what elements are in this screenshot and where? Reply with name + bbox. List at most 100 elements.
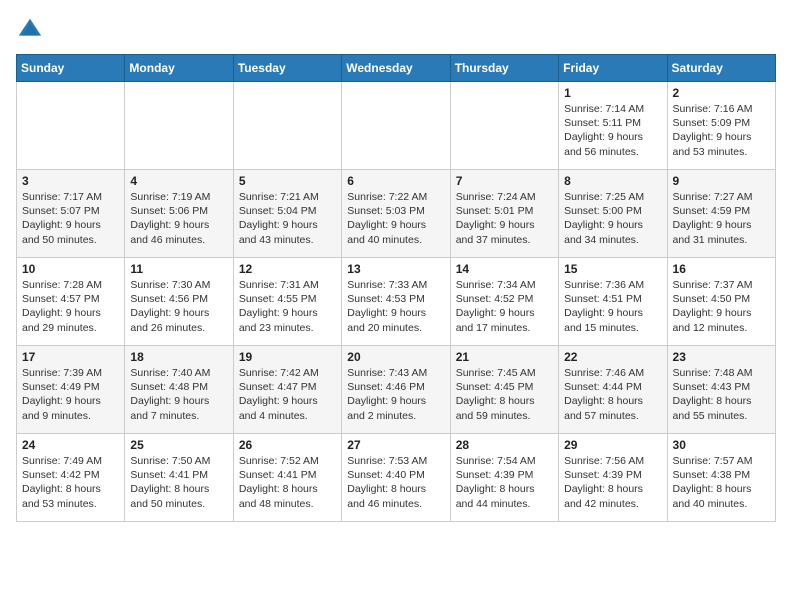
day-info: Sunrise: 7:40 AM Sunset: 4:48 PM Dayligh…	[130, 366, 227, 423]
day-number: 17	[22, 350, 119, 364]
day-info: Sunrise: 7:48 AM Sunset: 4:43 PM Dayligh…	[673, 366, 770, 423]
day-info: Sunrise: 7:37 AM Sunset: 4:50 PM Dayligh…	[673, 278, 770, 335]
day-info: Sunrise: 7:56 AM Sunset: 4:39 PM Dayligh…	[564, 454, 661, 511]
day-number: 21	[456, 350, 553, 364]
day-info: Sunrise: 7:43 AM Sunset: 4:46 PM Dayligh…	[347, 366, 444, 423]
calendar-cell: 14Sunrise: 7:34 AM Sunset: 4:52 PM Dayli…	[450, 258, 558, 346]
day-header-sunday: Sunday	[17, 55, 125, 82]
day-info: Sunrise: 7:50 AM Sunset: 4:41 PM Dayligh…	[130, 454, 227, 511]
day-info: Sunrise: 7:49 AM Sunset: 4:42 PM Dayligh…	[22, 454, 119, 511]
day-number: 3	[22, 174, 119, 188]
week-row-2: 3 Sunrise: 7:17 AM Sunset: 5:07 PM Daylig…	[17, 170, 776, 258]
calendar-cell: 6 Sunrise: 7:22 AM Sunset: 5:03 PM Daylig…	[342, 170, 450, 258]
day-number: 30	[673, 438, 770, 452]
calendar-table: SundayMondayTuesdayWednesdayThursdayFrid…	[16, 54, 776, 522]
week-row-3: 10 Sunrise: 7:28 AM Sunset: 4:57 PM Dayli…	[17, 258, 776, 346]
logo-icon	[16, 16, 44, 44]
calendar-cell: 29 Sunrise: 7:56 AM Sunset: 4:39 PM Dayli…	[559, 434, 667, 522]
calendar-cell: 3 Sunrise: 7:17 AM Sunset: 5:07 PM Daylig…	[17, 170, 125, 258]
day-info: Sunrise: 7:19 AM Sunset: 5:06 PM Dayligh…	[130, 190, 227, 247]
day-number: 26	[239, 438, 336, 452]
day-number: 2	[673, 86, 770, 100]
day-number: 20	[347, 350, 444, 364]
calendar-cell: 15 Sunrise: 7:36 AM Sunset: 4:51 PM Dayli…	[559, 258, 667, 346]
day-info: Sunrise: 7:21 AM Sunset: 5:04 PM Dayligh…	[239, 190, 336, 247]
calendar-cell: 11 Sunrise: 7:30 AM Sunset: 4:56 PM Dayli…	[125, 258, 233, 346]
calendar-cell: 1 Sunrise: 7:14 AM Sunset: 5:11 PM Daylig…	[559, 82, 667, 170]
calendar-cell: 17 Sunrise: 7:39 AM Sunset: 4:49 PM Dayli…	[17, 346, 125, 434]
week-row-4: 17 Sunrise: 7:39 AM Sunset: 4:49 PM Dayli…	[17, 346, 776, 434]
calendar-cell: 24 Sunrise: 7:49 AM Sunset: 4:42 PM Dayli…	[17, 434, 125, 522]
calendar-cell: 23 Sunrise: 7:48 AM Sunset: 4:43 PM Dayli…	[667, 346, 775, 434]
calendar-cell	[450, 82, 558, 170]
calendar-cell: 9 Sunrise: 7:27 AM Sunset: 4:59 PM Daylig…	[667, 170, 775, 258]
day-info: Sunrise: 7:27 AM Sunset: 4:59 PM Dayligh…	[673, 190, 770, 247]
calendar-cell	[17, 82, 125, 170]
calendar-cell: 25 Sunrise: 7:50 AM Sunset: 4:41 PM Dayli…	[125, 434, 233, 522]
day-info: Sunrise: 7:46 AM Sunset: 4:44 PM Dayligh…	[564, 366, 661, 423]
day-number: 6	[347, 174, 444, 188]
day-number: 1	[564, 86, 661, 100]
day-info: Sunrise: 7:17 AM Sunset: 5:07 PM Dayligh…	[22, 190, 119, 247]
day-number: 9	[673, 174, 770, 188]
day-info: Sunrise: 7:53 AM Sunset: 4:40 PM Dayligh…	[347, 454, 444, 511]
day-info: Sunrise: 7:39 AM Sunset: 4:49 PM Dayligh…	[22, 366, 119, 423]
calendar-cell: 30 Sunrise: 7:57 AM Sunset: 4:38 PM Dayli…	[667, 434, 775, 522]
day-info: Sunrise: 7:34 AM Sunset: 4:52 PM Dayligh…	[456, 278, 553, 335]
calendar-cell: 21Sunrise: 7:45 AM Sunset: 4:45 PM Dayli…	[450, 346, 558, 434]
day-number: 10	[22, 262, 119, 276]
day-info: Sunrise: 7:42 AM Sunset: 4:47 PM Dayligh…	[239, 366, 336, 423]
day-number: 23	[673, 350, 770, 364]
calendar-cell: 13Sunrise: 7:33 AM Sunset: 4:53 PM Dayli…	[342, 258, 450, 346]
day-number: 18	[130, 350, 227, 364]
day-info: Sunrise: 7:36 AM Sunset: 4:51 PM Dayligh…	[564, 278, 661, 335]
day-number: 27	[347, 438, 444, 452]
calendar-cell: 27 Sunrise: 7:53 AM Sunset: 4:40 PM Dayli…	[342, 434, 450, 522]
week-row-5: 24 Sunrise: 7:49 AM Sunset: 4:42 PM Dayli…	[17, 434, 776, 522]
day-number: 25	[130, 438, 227, 452]
calendar-cell: 26 Sunrise: 7:52 AM Sunset: 4:41 PM Dayli…	[233, 434, 341, 522]
calendar-cell: 8 Sunrise: 7:25 AM Sunset: 5:00 PM Daylig…	[559, 170, 667, 258]
day-info: Sunrise: 7:30 AM Sunset: 4:56 PM Dayligh…	[130, 278, 227, 335]
day-number: 15	[564, 262, 661, 276]
calendar-cell: 7 Sunrise: 7:24 AM Sunset: 5:01 PM Daylig…	[450, 170, 558, 258]
calendar-cell: 12Sunrise: 7:31 AM Sunset: 4:55 PM Dayli…	[233, 258, 341, 346]
day-number: 11	[130, 262, 227, 276]
day-info: Sunrise: 7:22 AM Sunset: 5:03 PM Dayligh…	[347, 190, 444, 247]
calendar-cell: 20 Sunrise: 7:43 AM Sunset: 4:46 PM Dayli…	[342, 346, 450, 434]
day-number: 24	[22, 438, 119, 452]
day-info: Sunrise: 7:14 AM Sunset: 5:11 PM Dayligh…	[564, 102, 661, 159]
day-number: 4	[130, 174, 227, 188]
day-info: Sunrise: 7:33 AM Sunset: 4:53 PM Dayligh…	[347, 278, 444, 335]
day-header-friday: Friday	[559, 55, 667, 82]
day-info: Sunrise: 7:25 AM Sunset: 5:00 PM Dayligh…	[564, 190, 661, 247]
calendar-cell: 19 Sunrise: 7:42 AM Sunset: 4:47 PM Dayli…	[233, 346, 341, 434]
day-number: 22	[564, 350, 661, 364]
calendar-cell	[233, 82, 341, 170]
day-number: 28	[456, 438, 553, 452]
day-number: 5	[239, 174, 336, 188]
day-number: 16	[673, 262, 770, 276]
day-info: Sunrise: 7:16 AM Sunset: 5:09 PM Dayligh…	[673, 102, 770, 159]
day-header-thursday: Thursday	[450, 55, 558, 82]
day-number: 29	[564, 438, 661, 452]
day-header-tuesday: Tuesday	[233, 55, 341, 82]
day-number: 8	[564, 174, 661, 188]
day-number: 12	[239, 262, 336, 276]
calendar-cell: 4 Sunrise: 7:19 AM Sunset: 5:06 PM Daylig…	[125, 170, 233, 258]
day-header-saturday: Saturday	[667, 55, 775, 82]
day-info: Sunrise: 7:57 AM Sunset: 4:38 PM Dayligh…	[673, 454, 770, 511]
calendar-cell: 5 Sunrise: 7:21 AM Sunset: 5:04 PM Daylig…	[233, 170, 341, 258]
day-header-wednesday: Wednesday	[342, 55, 450, 82]
day-info: Sunrise: 7:28 AM Sunset: 4:57 PM Dayligh…	[22, 278, 119, 335]
calendar-cell: 18 Sunrise: 7:40 AM Sunset: 4:48 PM Dayli…	[125, 346, 233, 434]
day-number: 7	[456, 174, 553, 188]
page-header	[16, 16, 776, 44]
day-number: 19	[239, 350, 336, 364]
day-info: Sunrise: 7:24 AM Sunset: 5:01 PM Dayligh…	[456, 190, 553, 247]
logo	[16, 16, 48, 44]
week-row-1: 1 Sunrise: 7:14 AM Sunset: 5:11 PM Daylig…	[17, 82, 776, 170]
calendar-cell	[342, 82, 450, 170]
day-info: Sunrise: 7:54 AM Sunset: 4:39 PM Dayligh…	[456, 454, 553, 511]
day-info: Sunrise: 7:52 AM Sunset: 4:41 PM Dayligh…	[239, 454, 336, 511]
